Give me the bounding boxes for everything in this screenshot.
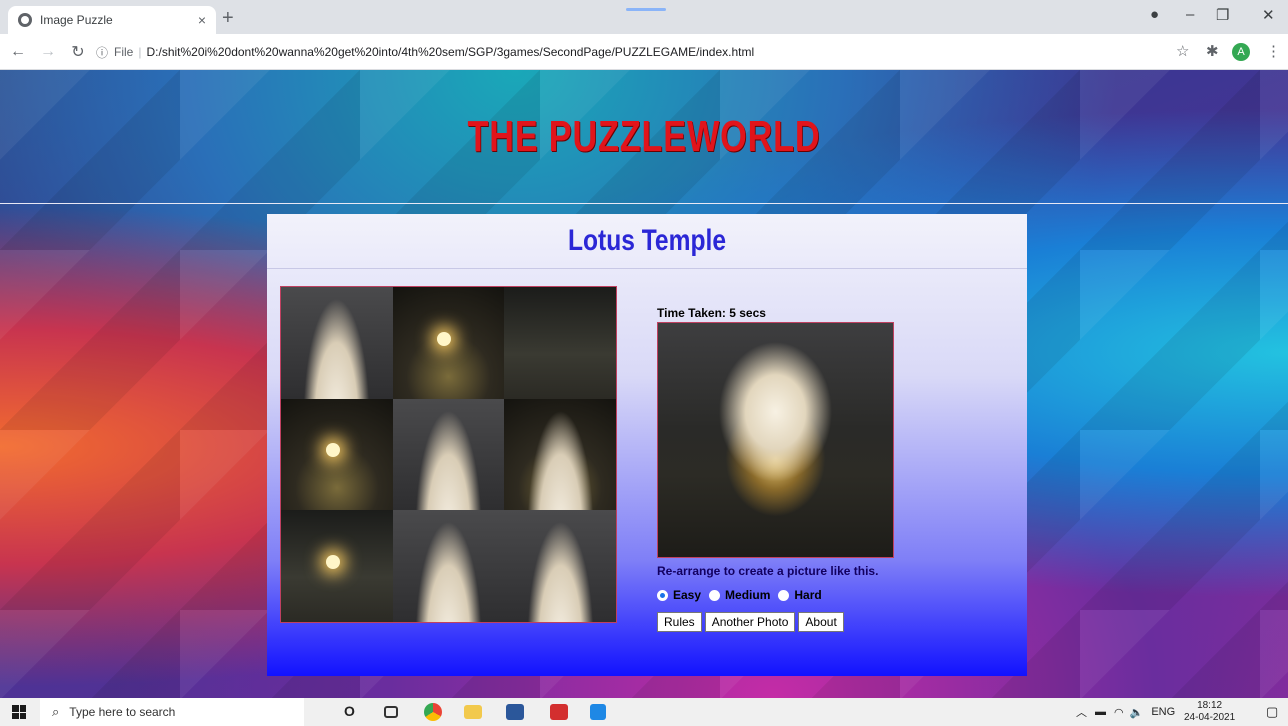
notifications-icon[interactable]: ▢ (1266, 704, 1278, 720)
another-photo-button[interactable]: Another Photo (704, 612, 796, 632)
restore-icon[interactable]: ❐ (1216, 6, 1229, 24)
reload-icon[interactable]: ↻ (66, 42, 90, 62)
puzzle-tile[interactable] (392, 287, 505, 399)
divider (0, 203, 1288, 204)
chrome-icon[interactable] (424, 703, 442, 721)
difficulty-options: Easy Medium Hard (657, 588, 894, 602)
puzzle-board (280, 286, 617, 623)
extensions-icon[interactable]: ✱ (1206, 42, 1219, 60)
new-tab-button[interactable]: + (222, 8, 234, 28)
puzzle-tile[interactable] (281, 398, 393, 511)
globe-icon (18, 13, 32, 27)
hard-radio[interactable] (778, 589, 790, 601)
search-placeholder: Type here to search (69, 705, 176, 719)
easy-radio[interactable] (657, 589, 668, 601)
url-text: D:/shit%20i%20dont%20wanna%20get%20into/… (146, 45, 755, 59)
puzzle-tile[interactable] (504, 398, 616, 511)
action-buttons: Rules Another Photo About (657, 612, 894, 632)
easy-label[interactable]: Easy (673, 588, 701, 602)
puzzle-tile[interactable] (504, 287, 616, 399)
puzzle-tile[interactable] (392, 510, 505, 622)
file-explorer-icon[interactable] (464, 705, 482, 719)
language-indicator[interactable]: ENG (1151, 706, 1175, 718)
word-icon[interactable] (506, 704, 524, 720)
about-button[interactable]: About (798, 612, 844, 632)
wifi-icon[interactable]: ◠ (1114, 706, 1124, 719)
reference-image (657, 322, 894, 558)
close-window-icon[interactable]: ✕ (1262, 6, 1275, 24)
menu-icon[interactable]: ⋮ (1266, 42, 1281, 60)
browser-tab-strip: Image Puzzle × + ● – ❐ ✕ (0, 0, 1288, 34)
medium-label[interactable]: Medium (725, 588, 770, 602)
hard-label[interactable]: Hard (794, 588, 821, 602)
puzzle-title: Lotus Temple (567, 224, 727, 257)
medium-radio[interactable] (709, 589, 721, 601)
clock-time: 18:12 (1197, 700, 1223, 711)
taskbar-search[interactable]: ⌕ Type here to search (40, 698, 304, 726)
puzzle-tile[interactable] (504, 510, 616, 622)
url-scheme-label: File (114, 45, 134, 59)
volume-icon[interactable]: 🔈 (1130, 706, 1144, 719)
page-background: THE PUZZLEWORLD Lotus Temple Time Taken:… (0, 70, 1288, 698)
time-taken-label: Time Taken: 5 secs (657, 306, 766, 320)
battery-icon[interactable]: ▬ (1095, 706, 1106, 718)
clock[interactable]: 18:12 24-04-2021 (1184, 700, 1235, 724)
panel-divider (267, 268, 1027, 269)
forward-icon[interactable]: → (36, 43, 60, 61)
cortana-icon[interactable]: O (344, 703, 362, 719)
search-icon: ⌕ (52, 704, 60, 719)
info-icon[interactable]: ⓘ (96, 44, 108, 61)
address-bar[interactable]: ⓘ File | D:/shit%20i%20dont%20wanna%20ge… (96, 39, 1186, 65)
chevron-up-icon[interactable]: ︿ (1076, 704, 1087, 720)
puzzle-sidebar: Time Taken: 5 secs Re-arrange to create … (657, 306, 894, 632)
back-icon[interactable]: ← (6, 43, 30, 61)
browser-toolbar: ← → ↻ ⓘ File | D:/shit%20i%20dont%20wann… (0, 34, 1288, 70)
url-separator: | (138, 45, 142, 59)
tab-indicator (626, 8, 666, 11)
puzzle-panel: Lotus Temple Time Taken: 5 secs Re-arran… (267, 214, 1027, 676)
puzzle-tile[interactable] (392, 398, 505, 511)
tab-close-icon[interactable]: × (198, 12, 206, 28)
media-icon[interactable]: ● (1150, 6, 1159, 23)
rules-button[interactable]: Rules (657, 612, 702, 632)
task-view-icon[interactable] (384, 706, 398, 718)
puzzle-tile[interactable] (281, 287, 393, 399)
minimize-icon[interactable]: – (1186, 6, 1194, 23)
puzzle-tile[interactable] (281, 510, 393, 622)
system-tray: ︿ ▬ ◠ 🔈 ENG (1076, 698, 1175, 726)
tab-title: Image Puzzle (40, 13, 113, 27)
profile-avatar[interactable]: A (1232, 43, 1250, 61)
instructions-text: Re-arrange to create a picture like this… (657, 564, 879, 578)
acrobat-icon[interactable] (550, 704, 568, 720)
taskbar: ⌕ Type here to search O ︿ ▬ ◠ 🔈 ENG 18:1… (0, 698, 1288, 726)
windows-start-icon[interactable] (12, 705, 26, 719)
browser-tab[interactable]: Image Puzzle × (8, 6, 216, 34)
site-title: THE PUZZLEWORLD (467, 112, 821, 161)
clock-date: 24-04-2021 (1184, 712, 1236, 723)
vscode-icon[interactable] (590, 704, 606, 720)
bookmark-star-icon[interactable]: ☆ (1176, 42, 1189, 60)
